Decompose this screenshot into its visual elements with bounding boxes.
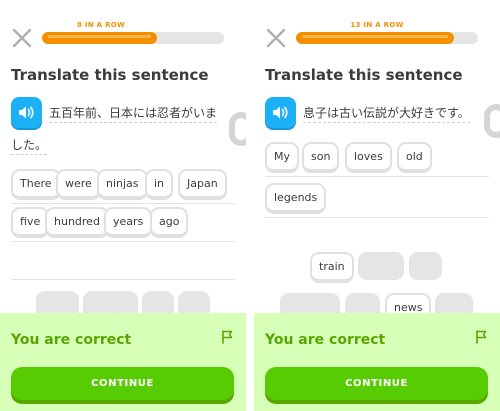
feedback-title: You are correct: [11, 332, 132, 348]
report-button[interactable]: [475, 329, 488, 344]
flag-icon: [476, 330, 487, 344]
close-button[interactable]: [266, 28, 286, 48]
prompt-sentence-line-1[interactable]: 五百年前、日本には忍者がいま: [49, 104, 218, 123]
scroll-handle[interactable]: [229, 112, 246, 146]
close-button[interactable]: [12, 28, 32, 48]
answer-word-tile[interactable]: ninjas: [97, 169, 148, 200]
play-audio-button[interactable]: [11, 97, 42, 128]
word-bank-tile[interactable]: train: [310, 252, 354, 283]
progress-bar: [296, 32, 478, 44]
answer-line: [265, 176, 489, 177]
close-icon: [12, 28, 32, 48]
scroll-handle[interactable]: [484, 104, 500, 138]
answer-line: [11, 203, 235, 204]
answer-line: [265, 217, 489, 218]
lesson-screen-left: 8 IN A ROW Translate this sentence 五百年前、…: [0, 0, 246, 411]
page-title: Translate this sentence: [265, 66, 463, 84]
answer-word-tile[interactable]: My: [265, 142, 300, 173]
answer-line: [11, 279, 235, 280]
word-bank-slot: [409, 252, 442, 280]
continue-button[interactable]: CONTINUE: [265, 367, 488, 400]
flag-icon: [222, 330, 233, 344]
answer-line: [11, 241, 235, 242]
answer-word-tile[interactable]: years: [104, 207, 153, 238]
prompt-sentence-line-2[interactable]: した。: [11, 136, 48, 155]
progress-bar-fill: [42, 32, 157, 44]
feedback-title: You are correct: [265, 332, 386, 348]
answer-word-tile[interactable]: Japan: [178, 169, 227, 200]
progress-bar: [42, 32, 224, 44]
streak-label: 8 IN A ROW: [76, 21, 126, 29]
lesson-screen-right: 13 IN A ROW Translate this sentence 息子は古…: [254, 0, 500, 411]
answer-word-tile[interactable]: son: [302, 142, 340, 173]
answer-word-tile[interactable]: There: [11, 169, 61, 200]
continue-button[interactable]: CONTINUE: [11, 367, 234, 400]
page-title: Translate this sentence: [11, 66, 209, 84]
answer-word-tile[interactable]: loves: [345, 142, 392, 173]
answer-word-tile[interactable]: legends: [265, 183, 327, 214]
speaker-icon: [19, 106, 34, 119]
report-button[interactable]: [221, 329, 234, 344]
screen-divider: [246, 0, 254, 411]
answer-word-tile[interactable]: were: [56, 169, 101, 200]
progress-bar-fill: [296, 32, 454, 44]
answer-word-tile[interactable]: ago: [150, 207, 189, 238]
close-icon: [266, 28, 286, 48]
answer-word-tile[interactable]: hundred: [45, 207, 109, 238]
speaker-icon: [273, 106, 288, 119]
word-bank-slot: [358, 252, 404, 280]
streak-label: 13 IN A ROW: [350, 21, 404, 29]
answer-word-tile[interactable]: old: [397, 142, 432, 173]
prompt-sentence-line-1[interactable]: 息子は古い伝説が大好きです。: [303, 104, 470, 123]
answer-word-tile[interactable]: five: [11, 207, 50, 238]
correct-feedback-banner: You are correct CONTINUE: [0, 313, 246, 411]
correct-feedback-banner: You are correct CONTINUE: [254, 313, 500, 411]
play-audio-button[interactable]: [265, 97, 296, 128]
answer-word-tile[interactable]: in: [145, 169, 174, 200]
